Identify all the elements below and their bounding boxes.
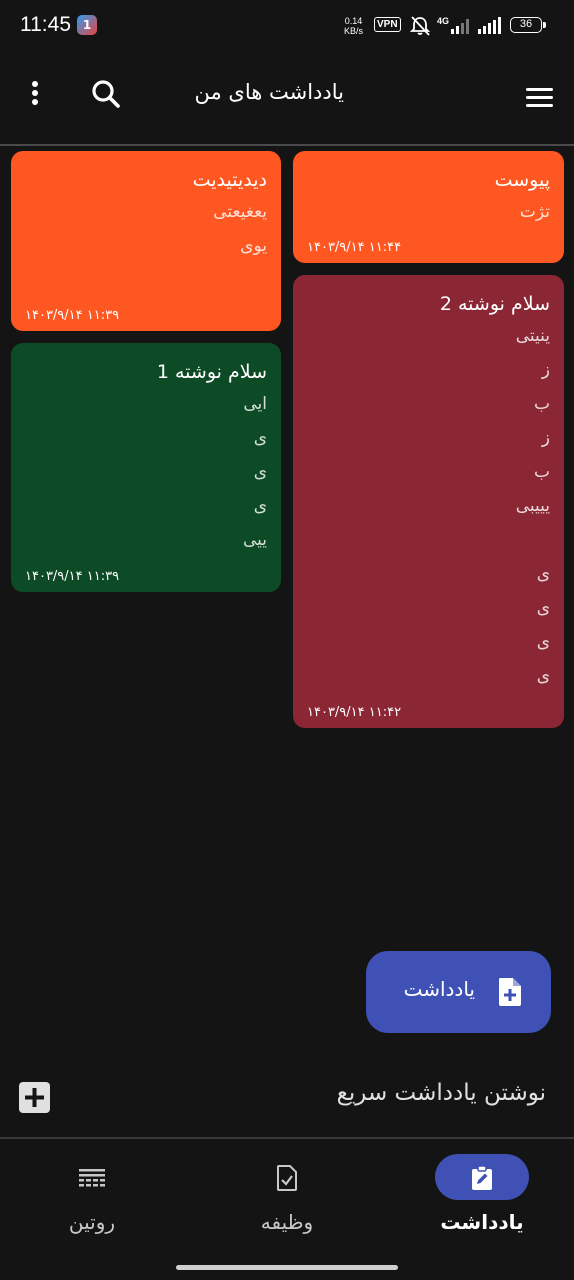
quick-note-add-button[interactable] [19,1082,50,1113]
tab-label: روتین [68,1210,116,1234]
add-note-fab[interactable]: یادداشت [366,951,551,1033]
status-time: 11:45 [20,13,71,36]
note-line: ب [533,394,550,414]
note-line: ییی [242,530,267,550]
note-line: ی [253,462,267,482]
task-check-icon [277,1165,297,1191]
note-line: یییبی [515,496,550,516]
tab-notes[interactable]: یادداشت [398,1154,558,1254]
gesture-bar [176,1265,398,1270]
note-card[interactable]: پیوست تژت ۱۴۰۳/۹/۱۴ ۱۱:۴۴ [293,151,564,263]
note-line: ی [536,564,550,584]
network-type: 4G [437,16,449,26]
note-line: ب [533,462,550,482]
note-line: یعغیعتی [213,202,267,222]
note-date: ۱۴۰۳/۹/۱۴ ۱۱:۳۹ [25,569,120,584]
status-bar: 11:45 1 0.14 KB/s VPN 4G 36 [0,0,574,52]
battery-icon: 36 [510,17,546,33]
note-title: سلام نوشته 1 [156,361,267,383]
note-date: ۱۴۰۳/۹/۱۴ ۱۱:۳۹ [25,308,120,323]
header-divider [0,144,574,146]
note-title: دیدیتیدیت [192,169,267,191]
note-line: ز [541,360,550,380]
network-speed-unit: KB/s [344,26,364,36]
app-notification-icon: 1 [77,15,97,35]
note-title: سلام نوشته 2 [439,293,550,315]
more-vertical-icon[interactable] [24,76,46,112]
search-icon[interactable] [88,76,124,112]
note-line [307,523,550,557]
note-line: ی [536,666,550,686]
tab-routine[interactable]: روتین [8,1154,168,1254]
note-line: ز [541,428,550,448]
fab-label: یادداشت [403,977,475,1001]
note-line: تژت [519,202,550,222]
note-add-icon [499,978,521,1006]
note-card[interactable]: سلام نوشته 1 ایی ی ی ی ییی ۱۴۰۳/۹/۱۴ ۱۱:… [11,343,281,592]
note-card[interactable]: سلام نوشته 2 ینیتی ز ب ز ب یییبی ی ی ی ی… [293,275,564,728]
note-date: ۱۴۰۳/۹/۱۴ ۱۱:۴۲ [307,705,402,720]
note-line: یوی [240,236,267,256]
vpn-icon: VPN [374,17,401,32]
bell-muted-icon [409,16,431,36]
routine-icon [79,1169,105,1187]
plus-icon [25,1088,44,1107]
note-line: ی [253,428,267,448]
note-title: پیوست [494,169,550,191]
tab-label: وظیفه [260,1210,314,1234]
note-card[interactable]: دیدیتیدیت یعغیعتی یوی ۱۴۰۳/۹/۱۴ ۱۱:۳۹ [11,151,281,331]
quick-note-bar: نوشتن یادداشت سریع [0,1060,574,1136]
app-bar: یادداشت های من [0,52,574,144]
note-line: ی [536,598,550,618]
network-speed-value: 0.14 [344,16,363,26]
tab-tasks[interactable]: وظیفه [203,1154,363,1254]
quick-note-input[interactable]: نوشتن یادداشت سریع [337,1080,546,1106]
bottom-navigation: یادداشت وظیفه روتین [0,1139,574,1280]
note-line: ی [536,632,550,652]
network-speed: 0.14 KB/s [344,16,363,36]
note-line: ی [253,496,267,516]
cellular-signal-2-icon [478,17,501,34]
note-line: ینیتی [515,326,550,346]
cellular-signal-icon: 4G [437,16,469,34]
note-edit-icon [472,1165,492,1190]
note-date: ۱۴۰۳/۹/۱۴ ۱۱:۴۴ [307,240,402,255]
note-line: ایی [243,394,267,414]
tab-label: یادداشت [440,1210,524,1234]
hamburger-menu-icon[interactable] [522,80,556,114]
page-title: یادداشت های من [194,80,345,104]
